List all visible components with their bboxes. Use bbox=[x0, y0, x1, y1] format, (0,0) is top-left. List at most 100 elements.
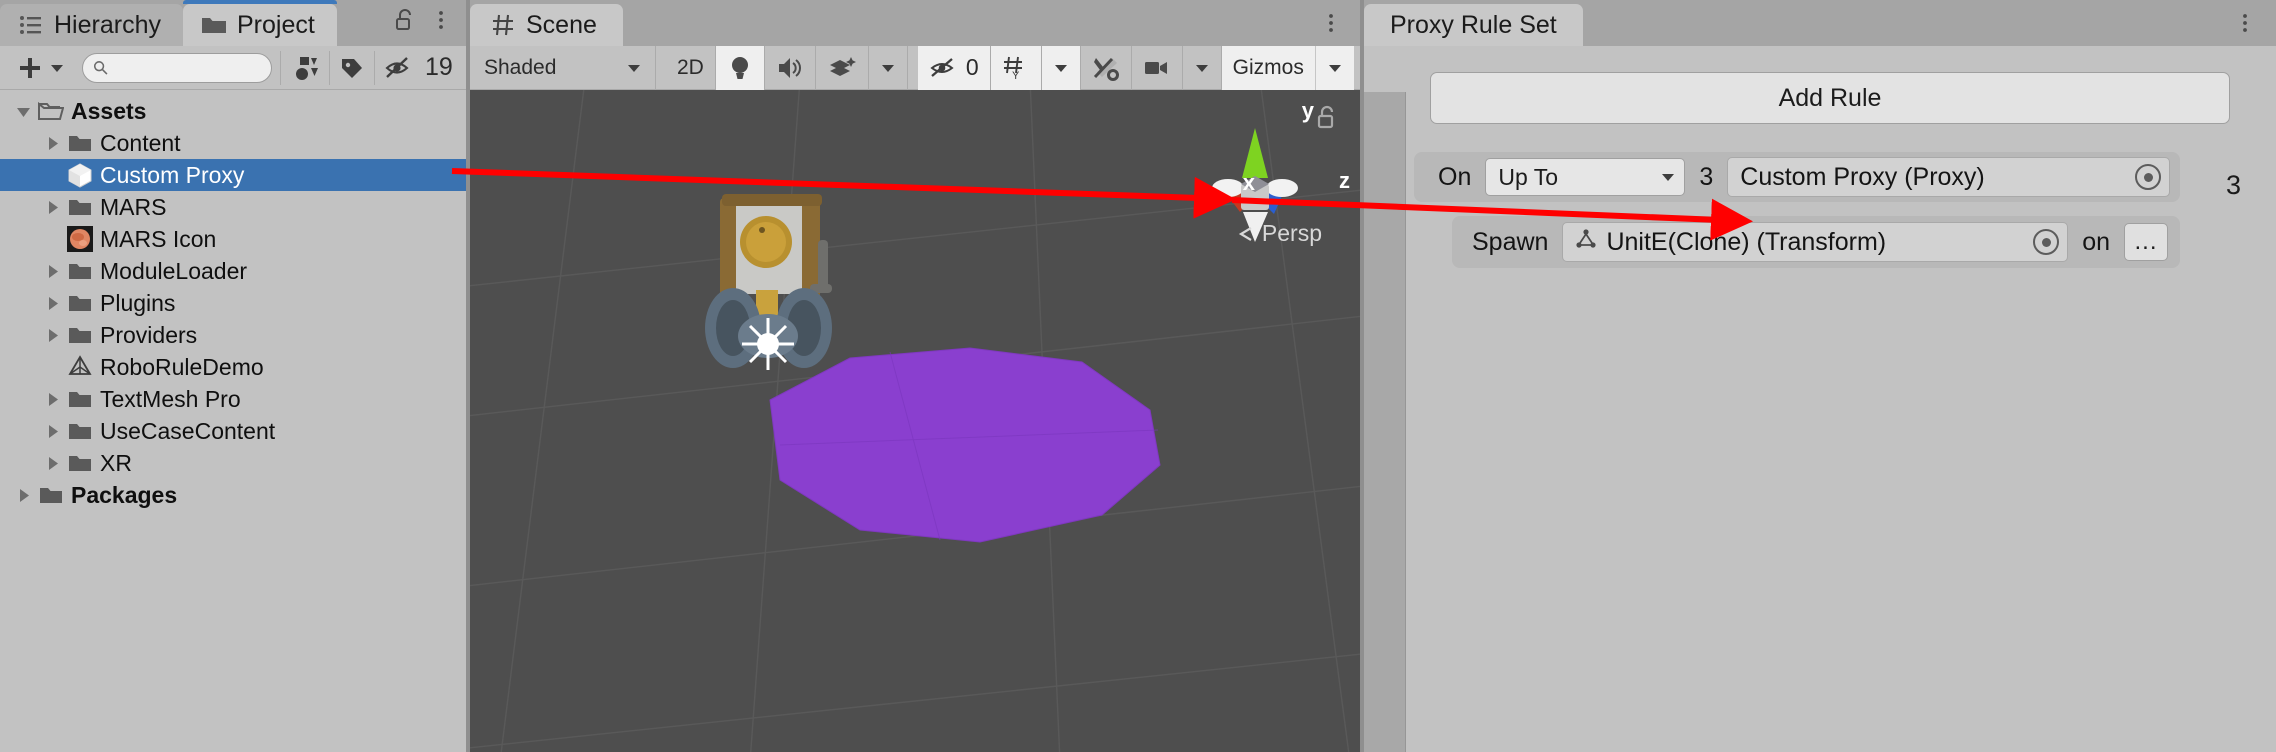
project-panel: Hierarchy Project 19 Assets Content Cust… bbox=[0, 0, 466, 752]
search-input-box[interactable] bbox=[82, 52, 272, 83]
folder-icon bbox=[65, 287, 95, 319]
folder-icon bbox=[65, 383, 95, 415]
folder-icon bbox=[65, 191, 95, 223]
shapes-filter-button[interactable] bbox=[281, 48, 329, 88]
label-filter-button[interactable] bbox=[330, 48, 374, 88]
search-icon bbox=[93, 61, 108, 75]
tree-row[interactable]: Providers bbox=[0, 319, 466, 351]
tree-expand-arrow[interactable] bbox=[39, 319, 65, 351]
kebab-menu-icon[interactable] bbox=[1320, 11, 1342, 35]
tree-row[interactable]: UseCaseContent bbox=[0, 415, 466, 447]
tree-expand-arrow[interactable] bbox=[10, 95, 36, 127]
tab-proxy-rule-set-label: Proxy Rule Set bbox=[1390, 10, 1557, 39]
scene-gizmo-lock-icon[interactable] bbox=[1316, 105, 1338, 136]
tree-expand-arrow[interactable] bbox=[39, 127, 65, 159]
tree-expand-arrow[interactable] bbox=[39, 191, 65, 223]
tree-row[interactable]: Content bbox=[0, 127, 466, 159]
eye-off-icon bbox=[930, 57, 954, 77]
toolbar-gap bbox=[656, 46, 666, 90]
tree-row[interactable]: ModuleLoader bbox=[0, 255, 466, 287]
projection-mode-label[interactable]: Persp bbox=[1238, 220, 1322, 247]
add-rule-button[interactable]: Add Rule bbox=[1430, 72, 2230, 124]
scene-tools-button[interactable] bbox=[1081, 45, 1132, 90]
project-asset-tree[interactable]: Assets Content Custom Proxy MARS MARS Icon Mo… bbox=[0, 90, 466, 752]
rule-block: On Up To 3 Custom Proxy (Proxy) Spawn Un… bbox=[1364, 152, 2276, 268]
scene-hidden-counter[interactable]: 0 bbox=[917, 45, 991, 90]
object-picker-icon[interactable] bbox=[2033, 229, 2060, 255]
tab-proxy-rule-set[interactable]: Proxy Rule Set bbox=[1364, 4, 1583, 46]
chevron-down-icon bbox=[1662, 173, 1675, 181]
tree-row[interactable]: MARS Icon bbox=[0, 223, 466, 255]
effects-layers-icon bbox=[829, 56, 856, 76]
tree-expand-arrow[interactable] bbox=[39, 415, 65, 447]
gizmos-dropdown-button[interactable] bbox=[1314, 45, 1354, 90]
shapes-filter-icon bbox=[296, 56, 318, 80]
hidden-objects-counter[interactable]: 19 bbox=[375, 48, 462, 88]
tab-project-label: Project bbox=[236, 10, 315, 39]
toggle-audio-button[interactable] bbox=[765, 45, 816, 90]
proxy-object-field[interactable]: Custom Proxy (Proxy) bbox=[1727, 157, 2170, 197]
search-input[interactable] bbox=[114, 57, 261, 78]
tag-icon bbox=[342, 58, 362, 78]
tree-row[interactable]: Plugins bbox=[0, 287, 466, 319]
object-picker-icon[interactable] bbox=[2135, 164, 2161, 190]
scene-camera-button[interactable] bbox=[1132, 45, 1183, 90]
mars-planet-icon bbox=[65, 223, 95, 255]
toggle-fx-button[interactable] bbox=[816, 45, 869, 90]
tree-row[interactable]: TextMesh Pro bbox=[0, 383, 466, 415]
toggle-lighting-button[interactable] bbox=[715, 45, 765, 90]
proxy-tabbar-controls bbox=[2234, 11, 2276, 46]
fx-dropdown-button[interactable] bbox=[869, 45, 908, 90]
grid-visibility-button[interactable]: Y bbox=[990, 45, 1042, 90]
plus-icon bbox=[20, 57, 40, 78]
tree-row-label: Custom Proxy bbox=[100, 161, 245, 188]
kebab-menu-icon[interactable] bbox=[430, 8, 452, 32]
tree-expand-arrow[interactable] bbox=[39, 383, 65, 415]
hierarchy-icon bbox=[18, 14, 44, 36]
create-asset-button[interactable] bbox=[8, 48, 74, 88]
folder-open-icon bbox=[36, 95, 66, 127]
toggle-2d-button[interactable]: 2D bbox=[666, 45, 716, 90]
spawn-object-field[interactable]: UnitE(Clone) (Transform) bbox=[1562, 222, 2069, 262]
tree-expand-arrow[interactable] bbox=[10, 479, 36, 511]
tree-row[interactable]: MARS bbox=[0, 191, 466, 223]
draw-mode-label: Shaded bbox=[484, 55, 557, 79]
tree-expand-arrow[interactable] bbox=[39, 255, 65, 287]
folder-icon bbox=[65, 447, 95, 479]
quantity-value[interactable]: 3 bbox=[1699, 163, 1713, 192]
scene-viewport[interactable]: y x z Persp bbox=[470, 90, 1360, 752]
tree-expand-arrow[interactable] bbox=[39, 287, 65, 319]
axis-nx-ball bbox=[1212, 179, 1244, 197]
tree-row[interactable]: Assets bbox=[0, 95, 466, 127]
tab-project[interactable]: Project bbox=[182, 0, 337, 46]
gizmo-center-handle bbox=[757, 333, 779, 355]
tree-row[interactable]: Packages bbox=[0, 479, 466, 511]
tree-row-label: MARS Icon bbox=[100, 225, 217, 252]
toolbar-gap-2 bbox=[908, 46, 918, 90]
draw-mode-dropdown[interactable]: Shaded bbox=[470, 45, 656, 90]
chevron-down-icon bbox=[881, 64, 894, 72]
chevron-down-icon bbox=[628, 64, 640, 72]
kebab-menu-icon[interactable] bbox=[2234, 11, 2256, 35]
axis-label-y: y bbox=[1301, 98, 1314, 123]
folder-icon bbox=[36, 479, 66, 511]
tab-hierarchy[interactable]: Hierarchy bbox=[0, 4, 183, 46]
lock-open-icon[interactable] bbox=[394, 8, 416, 32]
gizmos-button[interactable]: Gizmos bbox=[1221, 45, 1315, 90]
grid-dropdown-button[interactable] bbox=[1041, 45, 1081, 90]
scene-hidden-count-label: 0 bbox=[965, 54, 979, 80]
rule-count-label: 3 bbox=[2226, 170, 2242, 200]
more-options-button[interactable]: ... bbox=[2124, 223, 2168, 261]
condition-dropdown[interactable]: Up To bbox=[1485, 158, 1686, 196]
tree-row[interactable]: RoboRuleDemo bbox=[0, 351, 466, 383]
folder-icon bbox=[65, 255, 95, 287]
proxy-rule-set-panel: Proxy Rule Set Add Rule On Up To 3 Custo… bbox=[1364, 0, 2276, 752]
camera-dropdown-button[interactable] bbox=[1183, 45, 1222, 90]
tree-row[interactable]: Custom Proxy bbox=[0, 159, 466, 191]
tree-expand-arrow[interactable] bbox=[39, 447, 65, 479]
tree-row[interactable]: XR bbox=[0, 447, 466, 479]
folder-icon bbox=[201, 14, 227, 36]
tab-scene[interactable]: Scene bbox=[470, 4, 623, 46]
tab-hierarchy-label: Hierarchy bbox=[54, 10, 161, 39]
